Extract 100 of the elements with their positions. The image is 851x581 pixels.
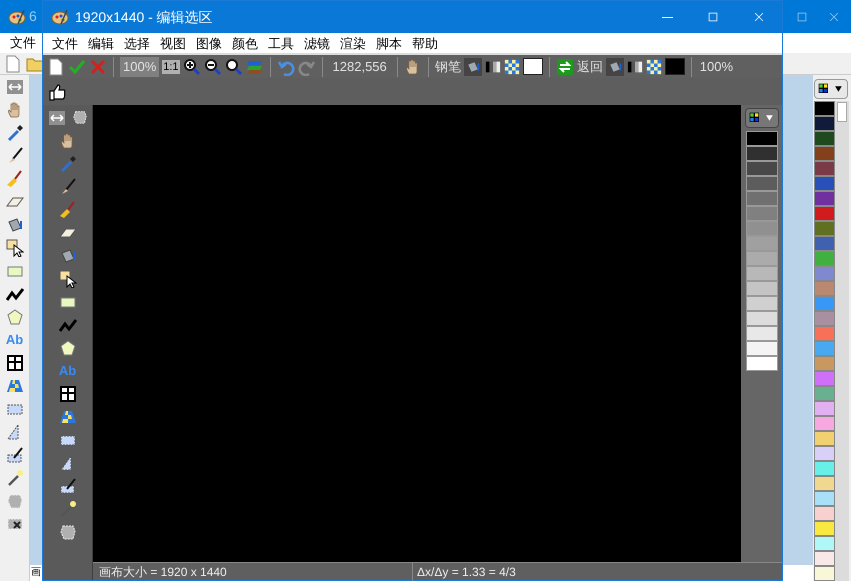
menu-item[interactable]: 图像	[191, 36, 227, 50]
color-swatch[interactable]	[746, 161, 778, 176]
color-swatch[interactable]	[814, 221, 835, 236]
zoom-fit-icon[interactable]	[224, 58, 243, 76]
zoom-in-icon[interactable]	[182, 58, 201, 76]
color-swatch[interactable]	[746, 191, 778, 206]
menu-item[interactable]: 帮助	[407, 36, 443, 50]
zoom-out-icon[interactable]	[204, 58, 222, 76]
zigzag-icon[interactable]	[6, 285, 24, 303]
color-slot[interactable]	[664, 58, 685, 75]
color-swatch[interactable]	[746, 236, 778, 251]
pentagon-icon[interactable]	[6, 308, 24, 326]
color-swatch[interactable]	[746, 341, 778, 356]
color-swatch[interactable]	[814, 386, 835, 401]
menu-item[interactable]: 选择	[119, 36, 155, 50]
transparency-icon[interactable]	[504, 58, 520, 74]
color-swatch[interactable]	[814, 296, 835, 311]
menu-item[interactable]: 文件	[6, 33, 40, 53]
swap-icon[interactable]	[556, 58, 574, 76]
palette-dropdown[interactable]	[814, 79, 848, 99]
color-swatch[interactable]	[746, 146, 778, 161]
caret-icon[interactable]	[834, 84, 844, 94]
menu-item[interactable]: 脚本	[371, 36, 407, 50]
color-swatch[interactable]	[814, 461, 835, 476]
color-swatch[interactable]	[814, 551, 835, 566]
color-swatch[interactable]	[814, 431, 835, 446]
color-grid-icon[interactable]	[748, 112, 760, 124]
color-slot[interactable]	[522, 58, 543, 75]
fit-width-icon[interactable]	[48, 109, 66, 127]
color-swatch[interactable]	[814, 536, 835, 551]
color-swatch[interactable]	[814, 131, 835, 146]
color-swatch[interactable]	[814, 236, 835, 251]
bucket-icon[interactable]	[6, 216, 24, 234]
menu-item[interactable]: 编辑	[83, 36, 119, 50]
select-cursor-icon[interactable]	[58, 270, 76, 288]
color-swatch[interactable]	[814, 566, 835, 581]
color-swatch[interactable]	[746, 131, 778, 146]
menu-item[interactable]: 工具	[263, 36, 299, 50]
opacity-level[interactable]: 100%	[698, 56, 734, 76]
select-cursor-icon[interactable]	[6, 239, 24, 257]
color-swatch[interactable]	[746, 251, 778, 266]
color-swatch[interactable]	[814, 506, 835, 521]
color-swatch[interactable]	[814, 266, 835, 281]
color-swatch[interactable]	[814, 356, 835, 371]
color-swatch[interactable]	[814, 251, 835, 266]
color-swatch[interactable]	[814, 101, 835, 116]
color-swatch[interactable]	[814, 401, 835, 416]
color-swatch[interactable]	[814, 146, 835, 161]
color-swatch[interactable]	[814, 326, 835, 341]
color-grid-icon[interactable]	[818, 83, 830, 95]
color-swatch[interactable]	[814, 176, 835, 191]
color-swatch[interactable]	[814, 116, 835, 131]
menu-item[interactable]: 滤镜	[299, 36, 335, 50]
color-swatch[interactable]	[814, 161, 835, 176]
color-swatch[interactable]	[814, 191, 835, 206]
broom-icon[interactable]	[58, 201, 76, 219]
color-swatch[interactable]	[746, 326, 778, 341]
color-swatch[interactable]	[814, 281, 835, 296]
gradient-icon[interactable]	[484, 58, 501, 74]
color-swatch[interactable]	[814, 416, 835, 431]
grid-icon[interactable]	[58, 385, 76, 403]
color-swatch[interactable]	[746, 311, 778, 326]
checker-icon[interactable]	[6, 377, 24, 395]
checker-icon[interactable]	[58, 408, 76, 426]
gradient-icon[interactable]	[626, 58, 643, 74]
color-swatch[interactable]	[814, 371, 835, 386]
dashed-blob-icon[interactable]	[58, 523, 76, 541]
actual-size-button[interactable]: 1:1	[162, 60, 180, 74]
maximize-icon[interactable]	[795, 10, 809, 24]
color-swatch[interactable]	[746, 296, 778, 311]
page-icon[interactable]	[4, 54, 22, 72]
color-swatch[interactable]	[746, 356, 778, 371]
color-swatch[interactable]	[746, 206, 778, 221]
dashed-pen-icon[interactable]	[58, 477, 76, 495]
wand-icon[interactable]	[6, 469, 24, 487]
color-swatch[interactable]	[814, 206, 835, 221]
scrollbar[interactable]	[835, 101, 849, 581]
color-swatch[interactable]	[746, 281, 778, 296]
check-icon[interactable]	[68, 58, 86, 76]
menu-item[interactable]: 颜色	[227, 36, 263, 50]
broom-icon[interactable]	[6, 170, 24, 188]
menu-item[interactable]: 文件	[47, 36, 83, 50]
color-swatch[interactable]	[814, 446, 835, 461]
menu-item[interactable]: 视图	[155, 36, 191, 50]
color-swatch[interactable]	[746, 176, 778, 191]
bucket-icon[interactable]	[58, 247, 76, 265]
color-swatch[interactable]	[814, 476, 835, 491]
color-swatch[interactable]	[814, 491, 835, 506]
color-swatch[interactable]	[814, 311, 835, 326]
dashed-pen-icon[interactable]	[6, 446, 24, 464]
dashed-blob-icon[interactable]	[72, 109, 88, 125]
thumbs-up-icon[interactable]	[48, 82, 66, 100]
transparency-icon[interactable]	[646, 58, 662, 74]
eyedropper-icon[interactable]	[6, 124, 24, 142]
grid-icon[interactable]	[6, 354, 24, 372]
pentagon-icon[interactable]	[58, 339, 76, 357]
color-swatch[interactable]	[746, 221, 778, 236]
color-swatch[interactable]	[746, 266, 778, 281]
palette-dropdown[interactable]	[744, 108, 778, 128]
fit-width-icon[interactable]	[6, 78, 24, 96]
